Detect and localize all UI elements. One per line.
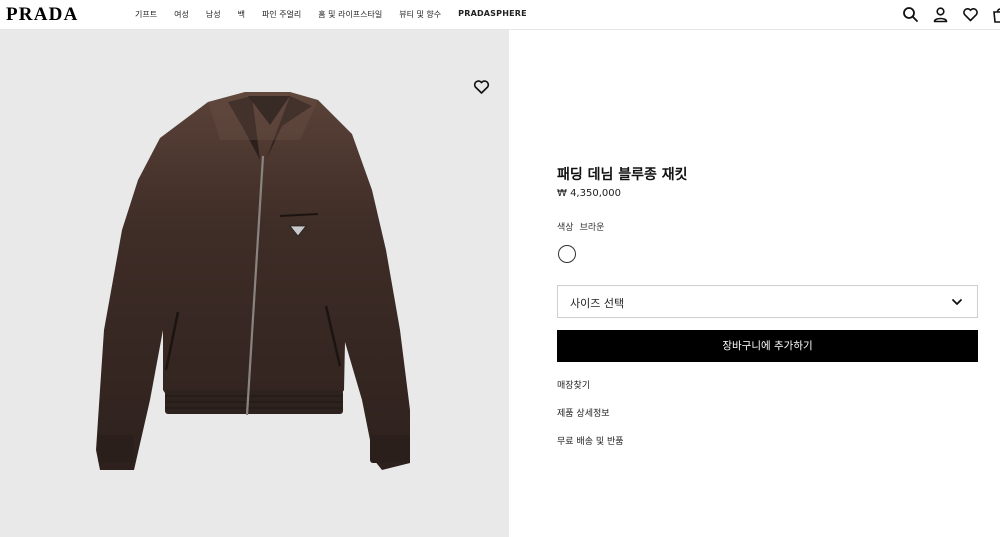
nav-item-women[interactable]: 여성 [174,9,189,20]
color-swatch[interactable] [558,245,576,263]
wishlist-icon[interactable] [962,6,979,23]
nav-item-pradasphere[interactable]: PRADASPHERE [458,9,527,20]
add-to-cart-button[interactable]: 장바구니에 추가하기 [557,330,978,362]
bag-icon[interactable] [992,6,1000,23]
color-value: 브라운 [579,223,605,233]
shipping-returns-link[interactable]: 무료 배송 및 반품 [557,434,624,447]
nav-item-bags[interactable]: 백 [238,9,245,20]
nav-item-beauty-fragrance[interactable]: 뷰티 및 향수 [399,9,441,20]
color-label: 색상 [557,223,574,233]
top-header: PRADA 기프트 여성 남성 백 파인 주얼리 홈 및 라이프스타일 뷰티 및… [0,0,1000,30]
prada-logo[interactable]: PRADA [6,4,79,26]
nav-item-home-lifestyle[interactable]: 홈 및 라이프스타일 [318,9,382,20]
size-select-label: 사이즈 선택 [570,297,625,310]
account-icon[interactable] [932,6,949,23]
search-icon[interactable] [902,6,919,23]
nav-item-fine-jewelry[interactable]: 파인 주얼리 [262,9,301,20]
header-icons [902,6,1000,23]
nav-item-men[interactable]: 남성 [206,9,221,20]
product-image-panel [0,30,509,537]
chevron-down-icon [951,296,963,308]
product-price: ₩ 4,350,000 [557,188,621,199]
size-select-dropdown[interactable]: 사이즈 선택 [557,285,978,318]
product-details-link[interactable]: 제품 상세정보 [557,406,610,419]
color-info: 색상 브라운 [557,220,610,233]
jacket-image [96,92,410,470]
nav-item-gift[interactable]: 기프트 [135,9,157,20]
product-title: 패딩 데님 블루종 재킷 [557,167,688,183]
add-to-wishlist-icon[interactable] [473,79,490,95]
store-locator-link[interactable]: 매장찾기 [557,378,590,391]
main-nav: 기프트 여성 남성 백 파인 주얼리 홈 및 라이프스타일 뷰티 및 향수 PR… [135,9,544,20]
